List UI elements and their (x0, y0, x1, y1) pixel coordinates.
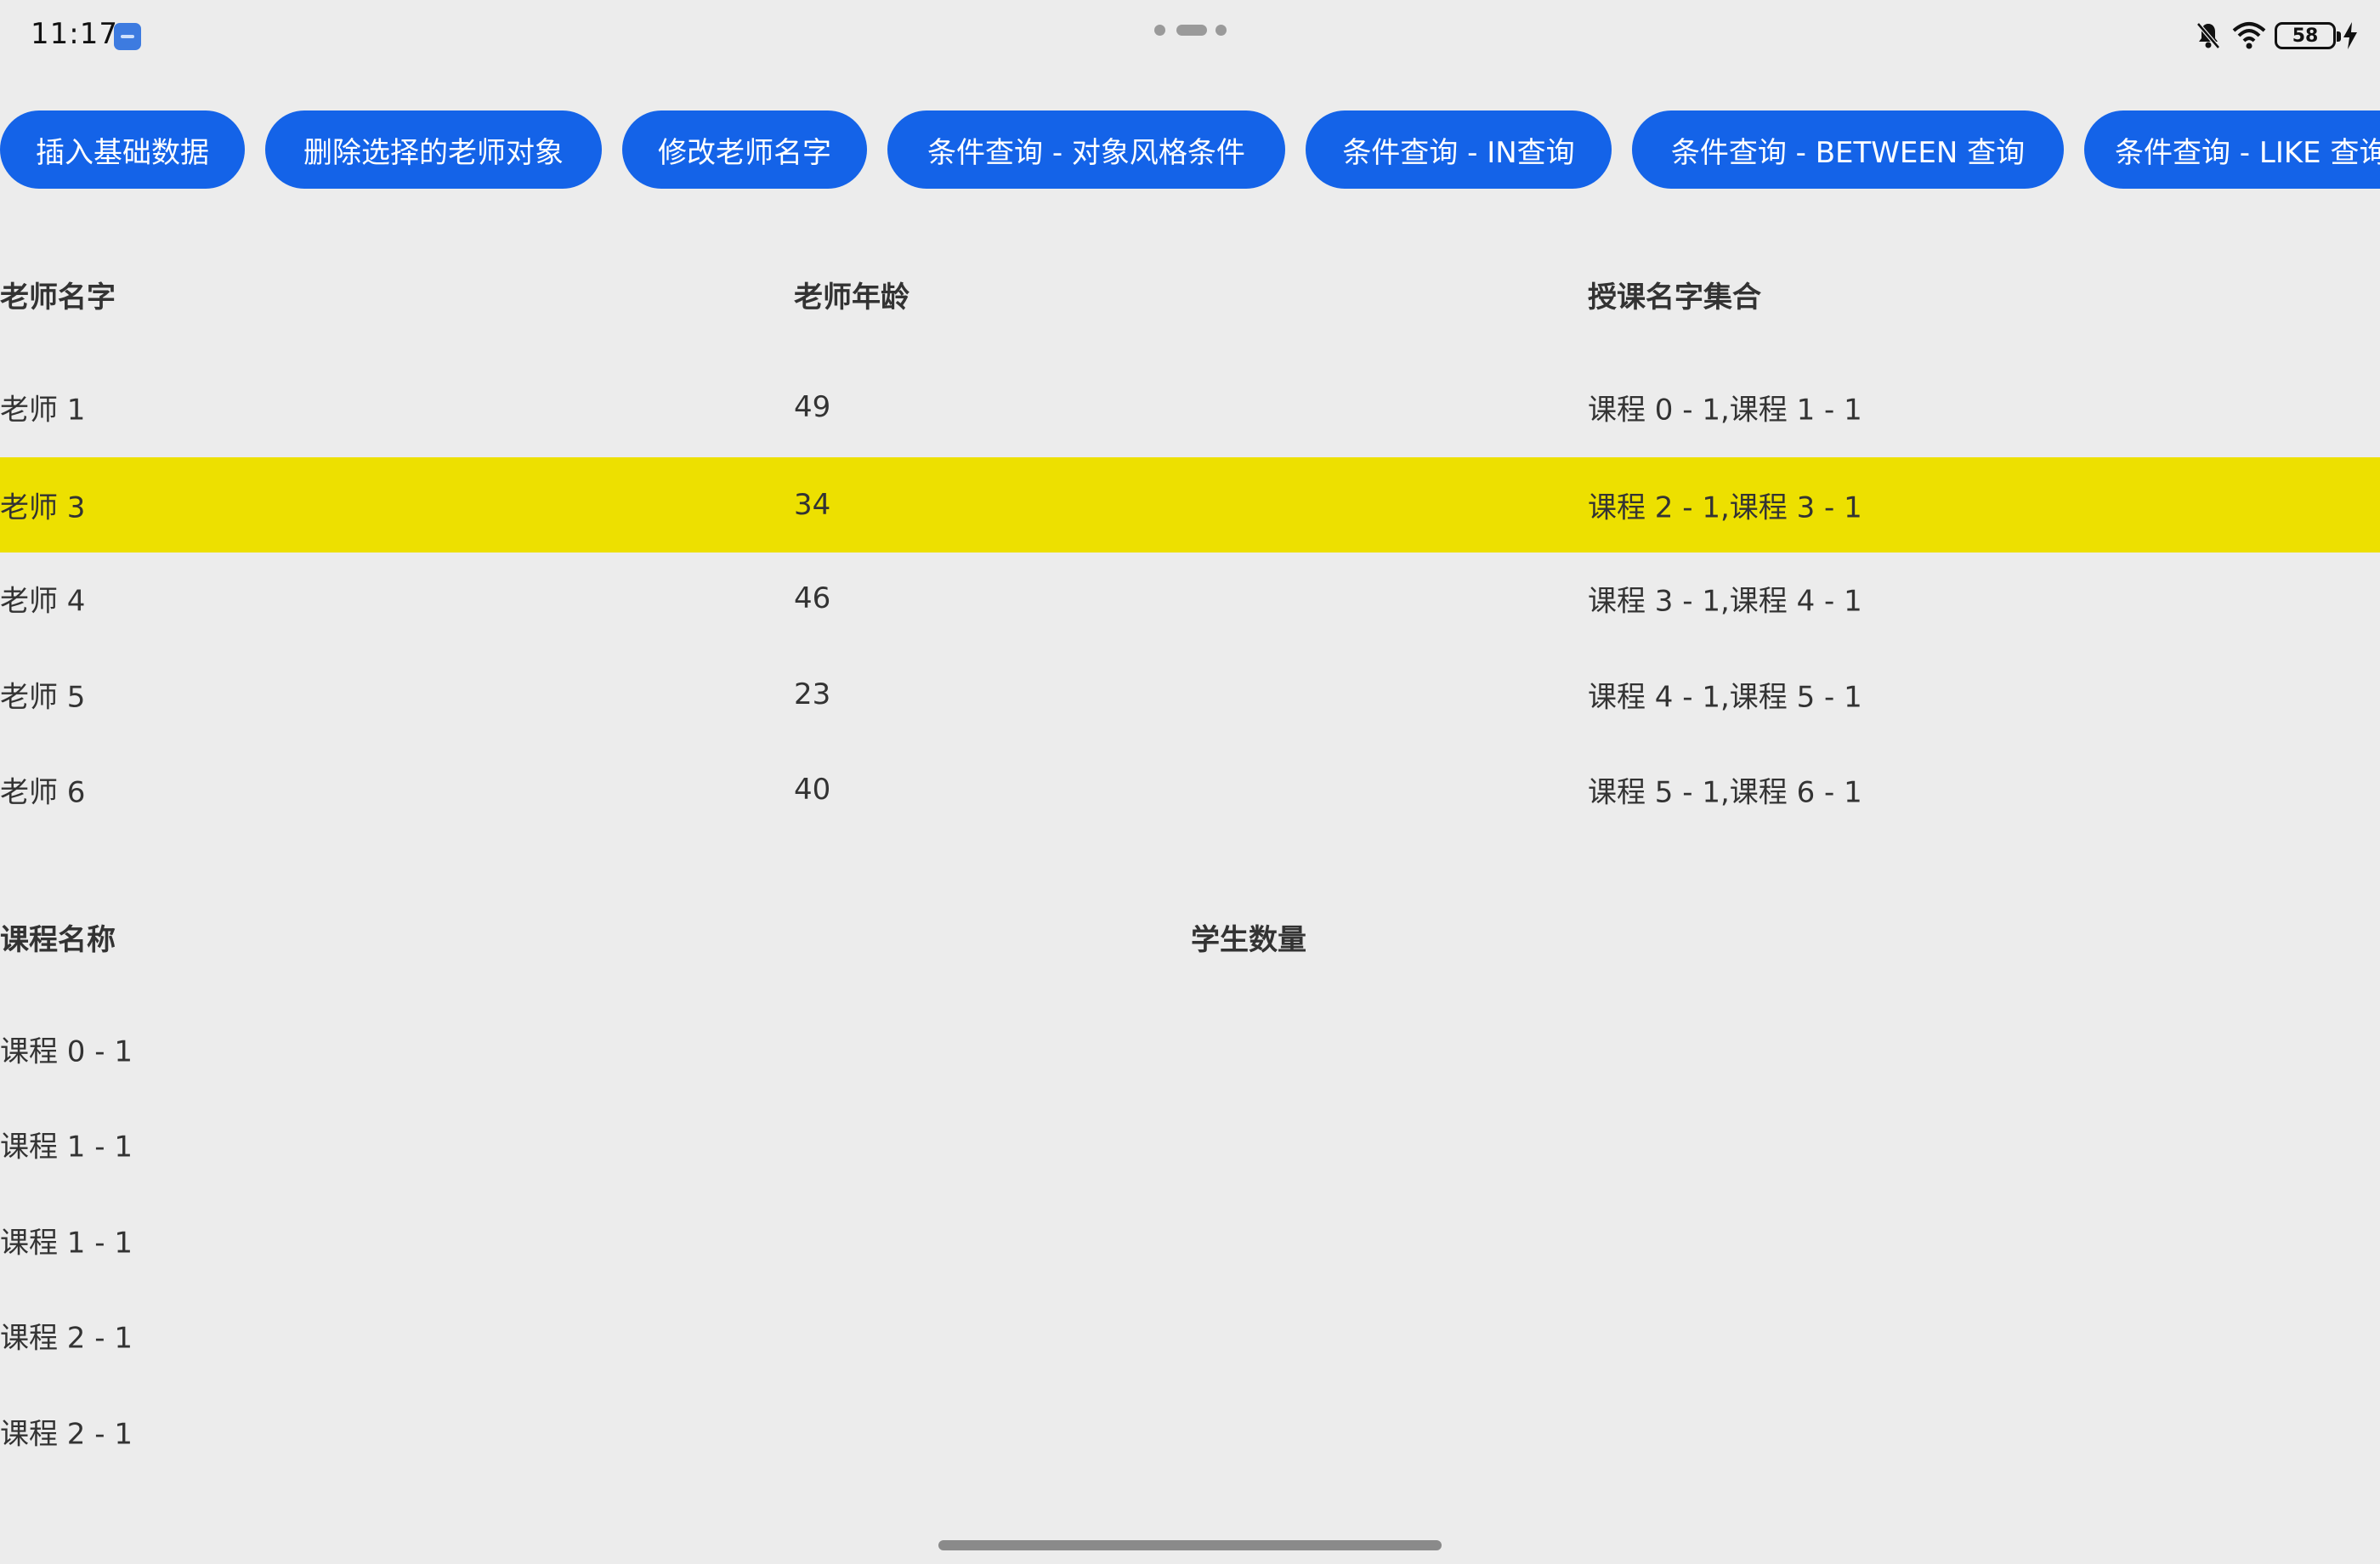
column-header-teacher-age: 老师年龄 (794, 280, 910, 314)
table-row[interactable]: 课程 2 - 1 (0, 1288, 2380, 1383)
column-header-course-names: 授课名字集合 (1588, 280, 1761, 314)
battery-level: 58 (2292, 25, 2319, 47)
course-name-cell: 课程 1 - 1 (0, 1130, 133, 1164)
status-indicators: 58 (2150, 20, 2357, 54)
teacher-age-cell: 40 (794, 773, 831, 807)
teacher-name-cell: 老师 1 (0, 393, 86, 428)
status-bar: 11:17 58 (0, 0, 2380, 71)
table-row[interactable]: 课程 0 - 1 (0, 1001, 2380, 1096)
table-row[interactable]: 老师 6 40 课程 5 - 1,课程 6 - 1 (0, 742, 2380, 837)
window-handle[interactable] (1154, 24, 1227, 36)
course-name-cell: 课程 0 - 1 (0, 1034, 133, 1069)
teachers-table: 老师名字 老师年龄 授课名字集合 老师 1 49 课程 0 - 1,课程 1 -… (0, 255, 2380, 850)
teacher-name-cell: 老师 4 (0, 584, 86, 619)
insert-base-data-button[interactable]: 插入基础数据 (0, 110, 245, 189)
query-object-style-button[interactable]: 条件查询 - 对象风格条件 (887, 110, 1285, 189)
handle-dot (1216, 25, 1227, 36)
teacher-courses-cell: 课程 2 - 1,课程 3 - 1 (1588, 490, 1862, 525)
table-row-selected[interactable]: 老师 3 34 课程 2 - 1,课程 3 - 1 (0, 457, 2380, 552)
course-name-cell: 课程 1 - 1 (0, 1226, 133, 1261)
courses-table: 课程名称 学生数量 课程 0 - 1 课程 1 - 1 课程 1 - 1 课程 … (0, 898, 2380, 1493)
teacher-name-cell: 老师 6 (0, 775, 86, 810)
teacher-age-cell: 46 (794, 581, 831, 615)
table-row[interactable]: 老师 1 49 课程 0 - 1,课程 1 - 1 (0, 360, 2380, 455)
teacher-age-cell: 49 (794, 390, 831, 424)
handle-dot (1154, 25, 1165, 36)
column-header-student-count: 学生数量 (1191, 923, 1306, 957)
table-row[interactable]: 课程 1 - 1 (0, 1193, 2380, 1288)
battery-icon: 58 (2275, 22, 2341, 49)
query-between-button[interactable]: 条件查询 - BETWEEN 查询 (1632, 110, 2064, 189)
status-time: 11:17 (31, 17, 118, 51)
charging-icon (2343, 22, 2357, 49)
handle-pill (1176, 25, 1207, 36)
usb-debug-icon (114, 23, 141, 50)
table-row[interactable]: 课程 2 - 1 (0, 1384, 2380, 1479)
bell-off-icon (2196, 22, 2220, 49)
course-name-cell: 课程 2 - 1 (0, 1321, 133, 1356)
teacher-courses-cell: 课程 3 - 1,课程 4 - 1 (1588, 584, 1862, 619)
query-in-button[interactable]: 条件查询 - IN查询 (1306, 110, 1612, 189)
teacher-courses-cell: 课程 0 - 1,课程 1 - 1 (1588, 393, 1862, 428)
rename-teacher-button[interactable]: 修改老师名字 (622, 110, 867, 189)
teacher-courses-cell: 课程 4 - 1,课程 5 - 1 (1588, 680, 1862, 715)
teacher-age-cell: 34 (794, 488, 831, 522)
table-row[interactable]: 老师 5 23 课程 4 - 1,课程 5 - 1 (0, 647, 2380, 742)
teacher-age-cell: 23 (794, 677, 831, 711)
teacher-name-cell: 老师 3 (0, 490, 86, 525)
table-row[interactable]: 课程 1 - 1 (0, 1096, 2380, 1192)
action-button-row: 插入基础数据 删除选择的老师对象 修改老师名字 条件查询 - 对象风格条件 条件… (0, 110, 2380, 189)
teacher-courses-cell: 课程 5 - 1,课程 6 - 1 (1588, 775, 1862, 810)
query-like-button[interactable]: 条件查询 - LIKE 查询 (2084, 110, 2380, 189)
teacher-name-cell: 老师 5 (0, 680, 86, 715)
delete-selected-teacher-button[interactable]: 删除选择的老师对象 (265, 110, 602, 189)
column-header-course-name: 课程名称 (0, 923, 116, 957)
table-row[interactable]: 老师 4 46 课程 3 - 1,课程 4 - 1 (0, 551, 2380, 646)
column-header-teacher-name: 老师名字 (0, 280, 116, 314)
wifi-icon (2232, 22, 2266, 49)
course-name-cell: 课程 2 - 1 (0, 1417, 133, 1452)
home-indicator[interactable] (938, 1540, 1442, 1550)
